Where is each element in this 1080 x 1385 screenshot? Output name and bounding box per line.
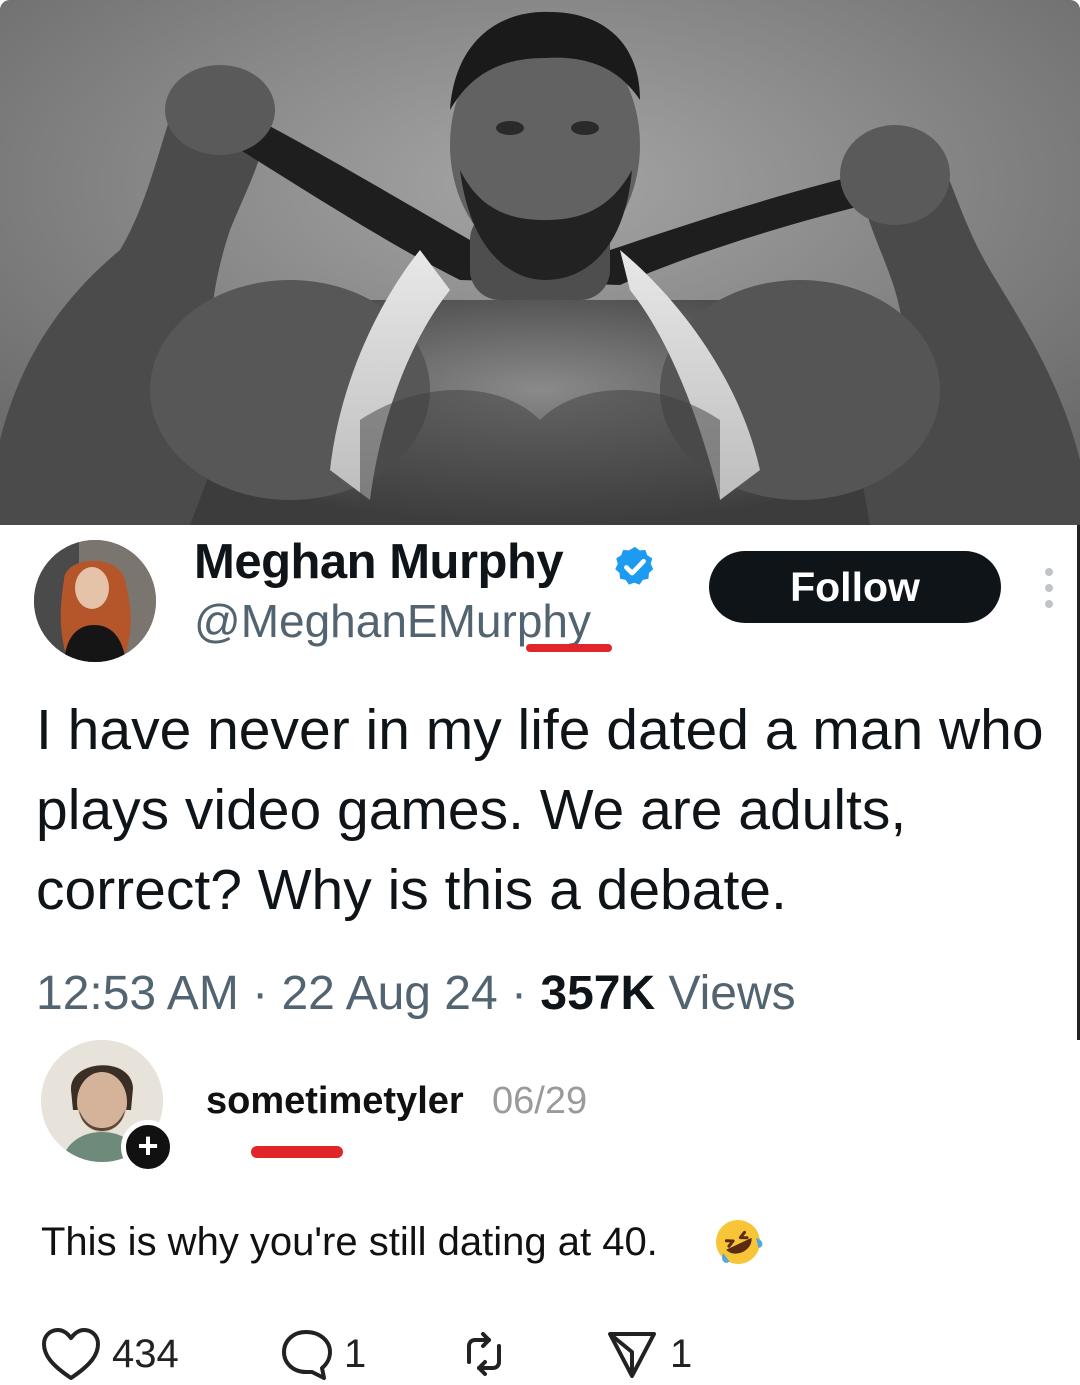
handle-redaction-mark — [526, 644, 612, 652]
more-options-icon[interactable] — [1041, 566, 1057, 610]
comment-date: 06/29 — [492, 1080, 588, 1122]
username-redaction-mark — [251, 1146, 343, 1158]
meta-separator: · — [252, 967, 269, 1020]
share-button[interactable]: 1 — [604, 1326, 692, 1382]
repost-button[interactable] — [455, 1326, 513, 1382]
comment-text: This is why you're still dating at 40. — [41, 1220, 658, 1264]
reply-bubble-icon — [282, 1330, 332, 1380]
author-avatar[interactable] — [34, 540, 156, 662]
like-count: 434 — [112, 1331, 179, 1376]
author-display-name[interactable]: Meghan Murphy — [194, 534, 564, 590]
tweet-date[interactable]: 22 Aug 24 — [281, 967, 497, 1020]
tweet-time[interactable]: 12:53 AM — [36, 967, 239, 1020]
views-label: Views — [668, 967, 796, 1020]
author-avatar-image — [34, 540, 156, 662]
tweet-text: I have never in my life dated a man who … — [36, 698, 1044, 922]
share-count: 1 — [670, 1331, 693, 1376]
views-count: 357K — [540, 967, 656, 1020]
rolling-on-floor-laughing-icon — [716, 1220, 763, 1264]
follow-plus-badge-icon[interactable]: + — [121, 1120, 175, 1174]
heart-icon — [42, 1328, 100, 1380]
author-handle[interactable]: @MeghanEMurphy — [194, 594, 591, 648]
tweet-meta: 12:53 AM · 22 Aug 24 · 357K Views — [36, 966, 796, 1021]
like-button[interactable]: 434 — [40, 1326, 179, 1382]
post-photo — [0, 0, 1080, 525]
reply-count: 1 — [344, 1331, 367, 1376]
reply-button[interactable]: 1 — [278, 1326, 366, 1382]
send-arrow-icon — [608, 1332, 656, 1378]
repost-icon — [467, 1332, 501, 1376]
bodybuilder-photo-illustration — [0, 0, 1080, 525]
follow-button[interactable]: Follow — [709, 551, 1001, 623]
meta-separator: · — [511, 967, 528, 1020]
commenter-username[interactable]: sometimetyler — [206, 1080, 464, 1123]
verified-badge-icon — [615, 546, 654, 585]
